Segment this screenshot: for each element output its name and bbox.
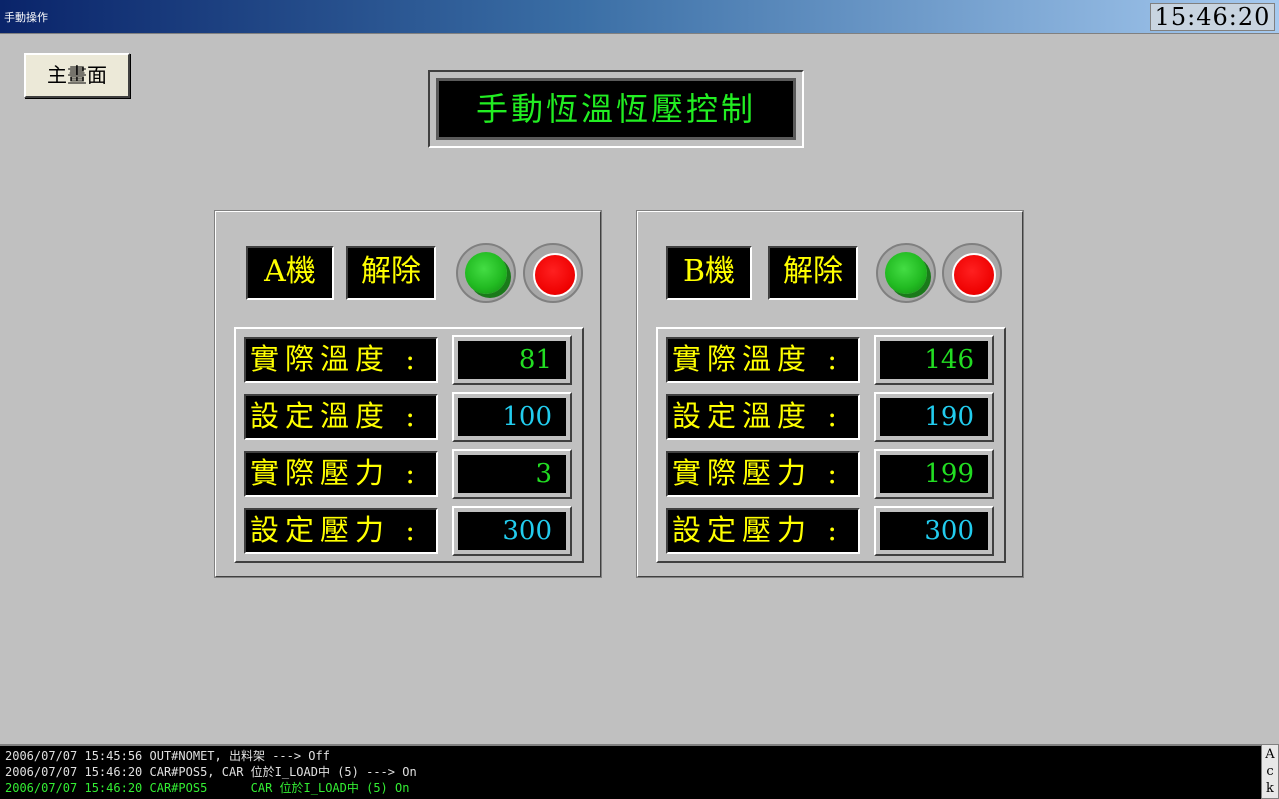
set-temp-value-text: 100 (458, 398, 566, 436)
machine-a-stop-lamp-icon[interactable] (523, 243, 583, 303)
actual-temp-label: 實際溫度 : (244, 337, 438, 383)
machine-b-panel: B機 解除 實際溫度 : 146 設定溫度 : 190 實際壓力 : 199 設… (636, 210, 1024, 578)
set-temp-label: 設定溫度 : (666, 394, 860, 440)
machine-b-readings: 實際溫度 : 146 設定溫度 : 190 實際壓力 : 199 設定壓力 : … (656, 327, 1006, 563)
ack-button-label: Ack (1265, 747, 1275, 796)
set-temp-value[interactable]: 100 (452, 392, 572, 442)
machine-b-stop-lamp-icon[interactable] (942, 243, 1002, 303)
machine-a-start-lamp-icon[interactable] (456, 243, 516, 303)
actual-pressure-value-text: 3 (458, 455, 566, 493)
set-pressure-label: 設定壓力 : (666, 508, 860, 554)
actual-pressure-value: 3 (452, 449, 572, 499)
main-screen-button[interactable]: 主畫面 (24, 53, 130, 98)
set-pressure-value[interactable]: 300 (874, 506, 994, 556)
machine-a-release-button[interactable]: 解除 (346, 246, 436, 300)
machine-b-name: B機 (666, 246, 752, 300)
actual-pressure-label: 實際壓力 : (666, 451, 860, 497)
page-title: 手動恆溫恆壓控制 (436, 78, 796, 140)
set-temp-value[interactable]: 190 (874, 392, 994, 442)
actual-pressure-value-text: 199 (880, 455, 988, 493)
set-pressure-value-text: 300 (458, 512, 566, 550)
actual-temp-value-text: 81 (458, 341, 566, 379)
machine-b-release-button[interactable]: 解除 (768, 246, 858, 300)
actual-temp-value: 146 (874, 335, 994, 385)
clock-display: 15:46:20 (1150, 3, 1275, 31)
set-pressure-label: 設定壓力 : (244, 508, 438, 554)
set-pressure-value[interactable]: 300 (452, 506, 572, 556)
machine-a-panel: A機 解除 實際溫度 : 81 設定溫度 : 100 實際壓力 : 3 設定壓力… (214, 210, 602, 578)
actual-temp-value: 81 (452, 335, 572, 385)
actual-temp-label: 實際溫度 : (666, 337, 860, 383)
log-line: 2006/07/07 15:46:20 CAR#POS5 CAR 位於I_LOA… (5, 781, 410, 795)
window-title: 手動操作 (4, 11, 48, 24)
actual-temp-value-text: 146 (880, 341, 988, 379)
title-bar: 手動操作 15:46:20 (0, 0, 1279, 34)
set-temp-label: 設定溫度 : (244, 394, 438, 440)
event-log[interactable]: 2006/07/07 15:45:56 OUT#NOMET, 出料架 ---> … (0, 744, 1279, 799)
machine-a-name: A機 (246, 246, 334, 300)
page-title-frame: 手動恆溫恆壓控制 (428, 70, 804, 148)
set-pressure-value-text: 300 (880, 512, 988, 550)
ack-button[interactable]: Ack (1261, 744, 1279, 799)
set-temp-value-text: 190 (880, 398, 988, 436)
log-line: 2006/07/07 15:46:20 CAR#POS5, CAR 位於I_LO… (5, 765, 417, 779)
actual-pressure-value: 199 (874, 449, 994, 499)
log-line: 2006/07/07 15:45:56 OUT#NOMET, 出料架 ---> … (5, 749, 330, 763)
machine-a-readings: 實際溫度 : 81 設定溫度 : 100 實際壓力 : 3 設定壓力 : 300 (234, 327, 584, 563)
actual-pressure-label: 實際壓力 : (244, 451, 438, 497)
machine-b-start-lamp-icon[interactable] (876, 243, 936, 303)
